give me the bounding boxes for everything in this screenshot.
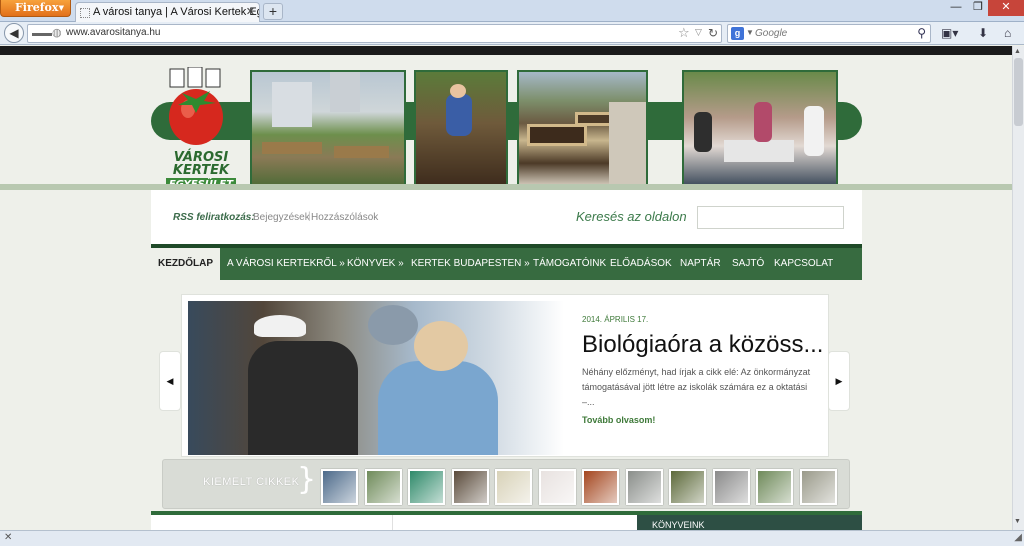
menu-item-books[interactable]: KÖNYVEK » (347, 248, 404, 280)
firefox-menu-label: Firefox (15, 1, 59, 14)
featured-thumbnail[interactable] (712, 469, 750, 505)
main-menu: KEZDŐLAP A VÁROSI KERTEKRŐL » KÖNYVEK » … (151, 244, 862, 280)
featured-thumbnail[interactable] (538, 469, 576, 505)
menu-item-gardens[interactable]: KERTEK BUDAPESTEN » (411, 248, 530, 280)
site-search-label: Keresés az oldalon (576, 209, 687, 224)
top-strip (0, 46, 1012, 55)
site-header: VÁROSI KERTEK EGYESÜLET (0, 55, 1012, 191)
slider-next-button[interactable]: ▶ (828, 351, 850, 411)
back-button[interactable]: ◀ (4, 23, 24, 43)
read-more-link[interactable]: Tovább olvasom! (582, 415, 655, 425)
browser-search-bar[interactable]: g ▼ Google ⚲ (727, 24, 931, 43)
bookmarks-menu-icon[interactable]: ▣▾ (941, 26, 958, 40)
featured-thumbnail[interactable] (669, 469, 706, 505)
google-engine-icon[interactable]: g (731, 27, 744, 40)
featured-thumbnail[interactable] (582, 469, 619, 505)
status-bar: ✕ ◢ (0, 530, 1024, 546)
site-search-input[interactable] (697, 206, 844, 229)
featured-thumbnail[interactable] (321, 469, 358, 505)
brace-icon: } (297, 462, 317, 497)
slide-title[interactable]: Biológiaóra a közöss... (582, 331, 823, 359)
tab-title: A városi tanya | A Városi Kertek Egyesül… (93, 6, 259, 18)
site-identity-icon[interactable]: ▬▬ (32, 28, 52, 39)
featured-thumbnail[interactable] (625, 469, 663, 505)
arrow-right-icon: ▶ (835, 376, 843, 386)
resize-grip-icon[interactable]: ◢ (1014, 532, 1022, 543)
featured-thumbnail[interactable] (364, 469, 402, 505)
close-icon[interactable]: ✕ (4, 532, 12, 543)
menu-item-about[interactable]: A VÁROSI KERTEKRŐL » (227, 248, 345, 280)
page-favicon-icon (80, 8, 90, 18)
site-logo[interactable]: VÁROSI KERTEK EGYESÜLET (160, 66, 240, 191)
bookmark-star-icon[interactable]: ☆ (678, 25, 690, 41)
sidebar-books-box: KÖNYVEINK (637, 515, 862, 530)
search-magnifier-icon[interactable]: ⚲ (917, 26, 926, 40)
rss-label: RSS feliratkozás: (173, 212, 255, 223)
featured-articles-strip: KIEMELT CIKKEK } (162, 459, 850, 509)
chevron-down-icon: ▼ (58, 3, 64, 12)
firefox-menu-button[interactable]: Firefox ▼ (0, 0, 71, 17)
tab-bar: Firefox ▼ A városi tanya | A Városi Kert… (0, 0, 1024, 22)
featured-thumbnail[interactable] (495, 469, 532, 505)
page-viewport: VÁROSI KERTEK EGYESÜLET (0, 46, 1012, 530)
tomato-logo-icon (169, 66, 223, 145)
vertical-scrollbar[interactable]: ▲ ▼ (1012, 46, 1024, 530)
menu-item-home[interactable]: KEZDŐLAP (151, 248, 220, 280)
close-window-icon[interactable]: ✕ (988, 0, 1024, 16)
rss-entries-link[interactable]: Bejegyzések (253, 212, 310, 223)
content-main-area (151, 515, 637, 530)
restore-window-icon[interactable]: ❐ (968, 0, 988, 16)
url-dropdown-icon[interactable]: ▽ (695, 27, 702, 38)
featured-thumbnail[interactable] (756, 469, 793, 505)
arrow-left-icon: ◀ (166, 376, 174, 386)
new-tab-button[interactable]: + (263, 3, 283, 20)
menu-item-calendar[interactable]: NAPTÁR (680, 248, 721, 280)
header-photo-workshop-group (682, 70, 838, 188)
menu-item-supporters[interactable]: TÁMOGATÓINK (533, 248, 606, 280)
home-icon[interactable]: ⌂ (1004, 26, 1011, 40)
slide-excerpt: Néhány előzményt, had írjak a cikk elé: … (582, 367, 811, 407)
url-bar[interactable]: ▬▬ ◍ www.avarositanya.hu ☆ ▽ ↻ (27, 24, 722, 43)
featured-label: KIEMELT CIKKEK (203, 476, 300, 488)
logo-line-2: KERTEK (172, 163, 230, 178)
slider-prev-button[interactable]: ◀ (159, 351, 181, 411)
menu-item-contact[interactable]: KAPCSOLAT (774, 248, 833, 280)
header-photo-child-gardening (414, 70, 508, 188)
navigation-toolbar: ◀ ▬▬ ◍ www.avarositanya.hu ☆ ▽ ↻ g ▼ Goo… (0, 22, 1024, 45)
header-photo-raised-beds (517, 70, 648, 188)
url-text[interactable]: www.avarositanya.hu (66, 27, 161, 38)
download-icon[interactable]: ⬇ (978, 26, 988, 40)
featured-slider: 2014. ÁPRILIS 17. Biológiaóra a közöss..… (181, 294, 829, 457)
browser-tab[interactable]: A városi tanya | A Városi Kertek Egyesül… (75, 2, 260, 22)
slide-image[interactable] (188, 301, 564, 455)
books-heading: KÖNYVEINK (652, 520, 705, 530)
content-column-divider (392, 515, 393, 530)
utility-bar: RSS feliratkozás: Bejegyzések | Hozzászó… (151, 190, 862, 244)
minimize-icon[interactable]: — (944, 0, 968, 16)
featured-thumbnail[interactable] (451, 469, 489, 505)
rss-comments-link[interactable]: Hozzászólások (311, 212, 378, 223)
slide-date: 2014. ÁPRILIS 17. (582, 315, 649, 324)
search-placeholder[interactable]: Google (755, 28, 787, 39)
scroll-down-icon[interactable]: ▼ (1014, 518, 1021, 525)
scroll-up-icon[interactable]: ▲ (1014, 48, 1021, 55)
globe-icon: ◍ (52, 27, 62, 39)
header-photo-garden-beds (250, 70, 406, 188)
menu-item-talks[interactable]: ELŐADÁSOK (610, 248, 672, 280)
engine-dropdown-icon[interactable]: ▼ (746, 28, 754, 37)
close-tab-icon[interactable]: ✕ (246, 3, 255, 22)
menu-item-press[interactable]: SAJTÓ (732, 248, 764, 280)
featured-thumbnail[interactable] (408, 469, 445, 505)
reload-icon[interactable]: ↻ (708, 26, 718, 40)
scrollbar-thumb[interactable] (1014, 58, 1023, 126)
featured-thumbnail[interactable] (799, 469, 837, 505)
